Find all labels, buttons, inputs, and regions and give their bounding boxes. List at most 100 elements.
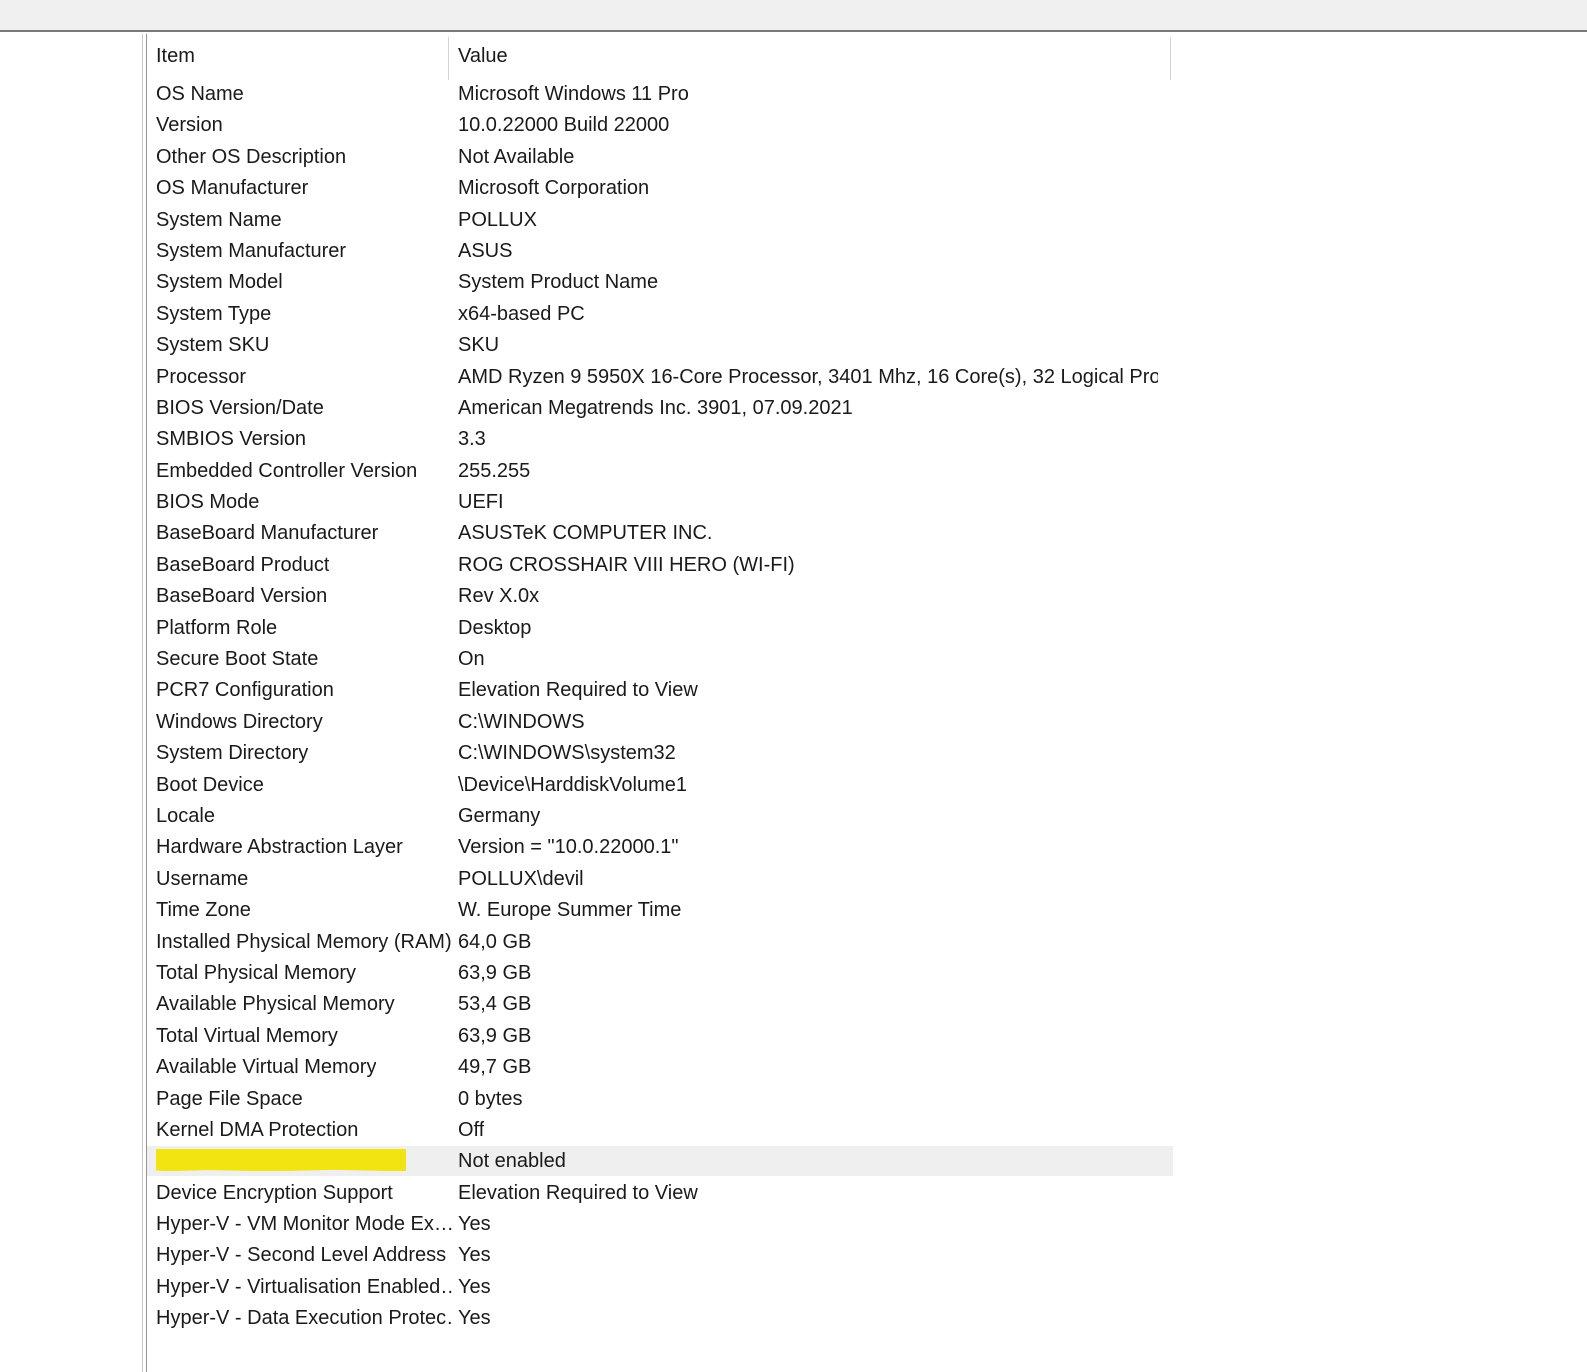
table-row[interactable]: Locale Germany bbox=[147, 800, 1587, 831]
table-row[interactable]: Virtualisation-based security Not enabled bbox=[147, 1145, 1587, 1177]
cell-item: Device Encryption Support bbox=[156, 1181, 393, 1204]
table-row[interactable]: Username POLLUX\devil bbox=[147, 863, 1587, 894]
cell-value: C:\WINDOWS bbox=[458, 710, 585, 733]
cell-item: BaseBoard Version bbox=[156, 585, 328, 608]
table-row[interactable]: System Name POLLUX bbox=[147, 204, 1587, 235]
table-row[interactable]: System Type x64-based PC bbox=[147, 298, 1587, 329]
table-row[interactable]: System SKU SKU bbox=[147, 329, 1587, 360]
table-row[interactable]: Hyper-V - Virtualisation Enabled… Yes bbox=[147, 1271, 1587, 1302]
cell-value: ASUSTeK COMPUTER INC. bbox=[458, 522, 713, 545]
cell-item: Windows Directory bbox=[156, 710, 323, 733]
table-row[interactable]: OS Name Microsoft Windows 11 Pro bbox=[147, 78, 1587, 109]
cell-item: BaseBoard Product bbox=[156, 553, 330, 576]
column-divider-1[interactable] bbox=[448, 37, 449, 80]
yellow-highlight-marker bbox=[156, 1149, 406, 1172]
table-row[interactable]: Embedded Controller Version 255.255 bbox=[147, 455, 1587, 486]
cell-value: Yes bbox=[458, 1275, 491, 1298]
cell-item: Embedded Controller Version bbox=[156, 459, 418, 482]
table-row[interactable]: Total Physical Memory 63,9 GB bbox=[147, 957, 1587, 988]
navigation-tree-pane[interactable] bbox=[0, 34, 143, 1372]
table-row[interactable]: Page File Space 0 bytes bbox=[147, 1083, 1587, 1114]
table-row[interactable]: Boot Device \Device\HarddiskVolume1 bbox=[147, 769, 1587, 800]
cell-item: Hyper-V - Data Execution Protec… bbox=[156, 1307, 452, 1330]
cell-value: POLLUX bbox=[458, 208, 537, 231]
cell-item: System Manufacturer bbox=[156, 239, 347, 262]
table-row[interactable]: Time Zone W. Europe Summer Time bbox=[147, 894, 1587, 925]
cell-value: Elevation Required to View bbox=[458, 1181, 698, 1204]
column-header-item[interactable]: Item bbox=[156, 45, 195, 68]
cell-item: Hyper-V - VM Monitor Mode Ex… bbox=[156, 1213, 452, 1236]
table-row[interactable]: PCR7 Configuration Elevation Required to … bbox=[147, 674, 1587, 705]
cell-item: System Directory bbox=[156, 742, 309, 765]
cell-value: AMD Ryzen 9 5950X 16-Core Processor, 340… bbox=[458, 365, 1158, 388]
table-row[interactable]: Windows Directory C:\WINDOWS bbox=[147, 706, 1587, 737]
cell-value: Yes bbox=[458, 1244, 491, 1267]
cell-item: Hyper-V - Second Level Address … bbox=[156, 1244, 452, 1267]
cell-item: SMBIOS Version bbox=[156, 428, 307, 451]
table-row[interactable]: System Model System Product Name bbox=[147, 266, 1587, 297]
column-header-value[interactable]: Value bbox=[458, 45, 508, 68]
table-row[interactable]: Hyper-V - Data Execution Protec… Yes bbox=[147, 1302, 1587, 1333]
table-row[interactable]: System Manufacturer ASUS bbox=[147, 235, 1587, 266]
table-row[interactable]: SMBIOS Version 3.3 bbox=[147, 423, 1587, 454]
table-row[interactable]: BaseBoard Product ROG CROSSHAIR VIII HERO… bbox=[147, 549, 1587, 580]
cell-value: ASUS bbox=[458, 239, 513, 262]
cell-item: Version bbox=[156, 114, 223, 137]
table-row[interactable]: Total Virtual Memory 63,9 GB bbox=[147, 1020, 1587, 1051]
cell-item: Locale bbox=[156, 804, 215, 827]
cell-item: Boot Device bbox=[156, 773, 264, 796]
table-row[interactable]: BIOS Mode UEFI bbox=[147, 486, 1587, 517]
table-row[interactable]: Secure Boot State On bbox=[147, 643, 1587, 674]
cell-item: System SKU bbox=[156, 334, 270, 357]
cell-value: Elevation Required to View bbox=[458, 679, 698, 702]
cell-value: American Megatrends Inc. 3901, 07.09.202… bbox=[458, 396, 853, 419]
cell-value: 3.3 bbox=[458, 428, 486, 451]
cell-value: x64-based PC bbox=[458, 302, 585, 325]
cell-item: Kernel DMA Protection bbox=[156, 1118, 359, 1141]
table-row[interactable]: Platform Role Desktop bbox=[147, 612, 1587, 643]
table-row[interactable]: Processor AMD Ryzen 9 5950X 16-Core Proce… bbox=[147, 361, 1587, 392]
cell-item: Installed Physical Memory (RAM) bbox=[156, 930, 452, 953]
cell-value: Microsoft Corporation bbox=[458, 177, 650, 200]
cell-value: ROG CROSSHAIR VIII HERO (WI-FI) bbox=[458, 553, 795, 576]
table-row[interactable]: Available Virtual Memory 49,7 GB bbox=[147, 1051, 1587, 1082]
details-list-view: Item Value OS Name Microsoft Windows 11 P… bbox=[146, 34, 1587, 1372]
cell-value: 64,0 GB bbox=[458, 930, 532, 953]
table-row[interactable]: Installed Physical Memory (RAM) 64,0 GB bbox=[147, 926, 1587, 957]
table-row[interactable]: Other OS Description Not Available bbox=[147, 141, 1587, 172]
table-row[interactable]: Hardware Abstraction Layer Version = "10.… bbox=[147, 831, 1587, 862]
cell-item: Available Virtual Memory bbox=[156, 1056, 377, 1079]
cell-item: Page File Space bbox=[156, 1087, 303, 1110]
list-column-header: Item Value bbox=[147, 34, 1587, 80]
table-row[interactable]: Kernel DMA Protection Off bbox=[147, 1114, 1587, 1145]
cell-item: Time Zone bbox=[156, 899, 251, 922]
cell-value: Desktop bbox=[458, 616, 532, 639]
table-row[interactable]: BaseBoard Manufacturer ASUSTeK COMPUTER I… bbox=[147, 517, 1587, 548]
cell-item: Available Physical Memory bbox=[156, 993, 395, 1016]
cell-value: 255.255 bbox=[458, 459, 531, 482]
table-row[interactable]: System Directory C:\WINDOWS\system32 bbox=[147, 737, 1587, 768]
cell-item: Hardware Abstraction Layer bbox=[156, 836, 403, 859]
table-row[interactable]: BIOS Version/Date American Megatrends Inc… bbox=[147, 392, 1587, 423]
table-row[interactable]: BaseBoard Version Rev X.0x bbox=[147, 580, 1587, 611]
table-row[interactable]: Hyper-V - VM Monitor Mode Ex… Yes bbox=[147, 1208, 1587, 1239]
cell-item: Hyper-V - Virtualisation Enabled… bbox=[156, 1275, 452, 1298]
table-row[interactable]: Available Physical Memory 53,4 GB bbox=[147, 988, 1587, 1019]
cell-item: Username bbox=[156, 867, 249, 890]
cell-item: Total Physical Memory bbox=[156, 961, 357, 984]
cell-item: System Model bbox=[156, 271, 283, 294]
table-row[interactable]: Device Encryption Support Elevation Requi… bbox=[147, 1177, 1587, 1208]
column-divider-2[interactable] bbox=[1170, 37, 1171, 80]
cell-value: Rev X.0x bbox=[458, 585, 540, 608]
table-row[interactable]: Hyper-V - Second Level Address … Yes bbox=[147, 1239, 1587, 1270]
cell-value: 63,9 GB bbox=[458, 1024, 532, 1047]
system-information-window: Item Value OS Name Microsoft Windows 11 P… bbox=[0, 0, 1587, 1372]
table-row[interactable]: OS Manufacturer Microsoft Corporation bbox=[147, 172, 1587, 203]
cell-item: OS Manufacturer bbox=[156, 177, 309, 200]
cell-item: System Name bbox=[156, 208, 282, 231]
cell-value: Off bbox=[458, 1118, 485, 1141]
cell-item: OS Name bbox=[156, 83, 244, 105]
cell-value: Germany bbox=[458, 804, 541, 827]
table-row[interactable]: Version 10.0.22000 Build 22000 bbox=[147, 109, 1587, 140]
cell-value: C:\WINDOWS\system32 bbox=[458, 742, 676, 765]
